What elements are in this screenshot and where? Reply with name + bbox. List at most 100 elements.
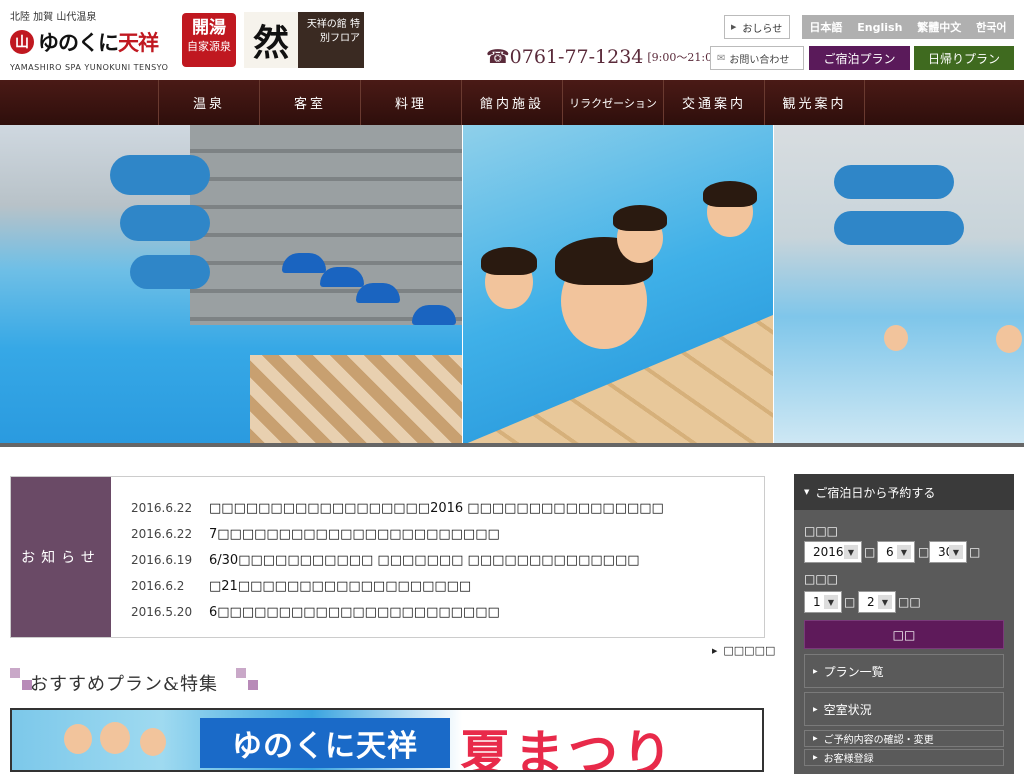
people-unit: □□ [898,595,921,609]
news-more-label: □□□□□ [723,644,776,657]
hero-slide [110,155,210,195]
triangle-right-icon: ▶ [813,735,818,742]
mail-icon: ✉ [717,52,726,64]
chevron-down-icon: ▼ [949,545,963,559]
news-item[interactable]: 2016.6.22 7□□□□□□□□□□□□□□□□□□□□□□□ [131,521,751,547]
zen-char: 然 [244,12,298,68]
phone-value: ☎0761-77-1234 [486,46,644,68]
hero-panel-pool [0,125,462,445]
day-select[interactable]: 30 ▼ [929,541,967,563]
news-title[interactable]: 6□□□□□□□□□□□□□□□□□□□□□□□ [209,605,500,620]
hero-building [190,125,462,325]
year-unit: □ [864,545,876,559]
summer-festival-banner[interactable]: ゆのくに天祥 夏まつり [10,708,764,772]
hero-image [0,125,1024,445]
people-select[interactable]: 2 ▼ [858,591,896,613]
news-item[interactable]: 2016.6.19 6/30□□□□□□□□□□□ □□□□□□□ □□□□□□… [131,547,751,573]
rooms-value: 1 [813,595,821,609]
plans-heading: おすすめプラン&特集 [30,674,219,695]
year-select[interactable]: 2016 ▼ [804,541,862,563]
banner-child-face [100,722,130,754]
decor-square [10,668,20,678]
news-title[interactable]: 7□□□□□□□□□□□□□□□□□□□□□□□ [209,527,500,542]
nav-item-sightseeing[interactable]: 観光案内 [764,80,865,125]
news-more-link[interactable]: ▶ □□□□□ [712,644,775,657]
hero-deck [250,355,462,445]
nav-item-relaxation[interactable]: リラクゼーション [562,80,663,125]
search-button[interactable]: □□ [804,620,1004,649]
month-unit: □ [918,545,930,559]
news-list: 2016.6.22 □□□□□□□□□□□□□□□□□□2016 □□□□□□□… [131,495,751,625]
nav-item-access[interactable]: 交通案内 [663,80,764,125]
booking-heading: ▼ ご宿泊日から予約する [794,474,1014,510]
member-register-link[interactable]: ▶ お客様登録 [804,749,1004,766]
zen-floor-banner[interactable]: 然 天祥の館 特別フロア [244,12,364,68]
hero-panel-slide [774,125,1024,445]
lang-japanese[interactable]: 日本語 [809,19,842,35]
triangle-right-icon: ▶ [813,667,818,675]
year-value: 2016 [813,545,844,559]
logo-mark-icon: 山 [10,30,34,54]
news-date: 2016.6.19 [131,553,193,567]
decor-square [236,668,246,678]
news-date: 2016.5.20 [131,605,193,619]
plan-list-link[interactable]: ▶ プラン一覧 [804,654,1004,688]
month-select[interactable]: 6 ▼ [877,541,915,563]
member-register-label: お客様登録 [823,754,874,765]
news-date: 2016.6.2 [131,579,185,593]
hero-child-hair [481,247,537,275]
hero-umbrella [282,253,326,273]
nav-item-onsen[interactable]: 温泉 [158,80,259,125]
news-item[interactable]: 2016.6.22 □□□□□□□□□□□□□□□□□□2016 □□□□□□□… [131,495,751,521]
booking-panel: ▼ ご宿泊日から予約する □□□ 2016 ▼ □ 6 ▼ □ 30 ▼ □ □… [794,474,1014,774]
vacancy-link[interactable]: ▶ 空室状況 [804,692,1004,726]
hero-umbrella [320,267,364,287]
news-date: 2016.6.22 [131,527,193,541]
day-plan-button[interactable]: 日帰りプラン [914,46,1014,70]
rooms-unit: □ [844,595,856,609]
stay-plan-button[interactable]: ご宿泊プラン [809,46,910,70]
nav-item-rooms[interactable]: 客室 [259,80,360,125]
kaito-badge[interactable]: 開湯 自家源泉 [182,13,236,67]
news-box: お知らせ 2016.6.22 □□□□□□□□□□□□□□□□□□2016 □□… [10,476,765,638]
triangle-right-icon: ▶ [813,705,818,713]
notice-button[interactable]: ▶ おしらせ [724,15,790,39]
kaito-small: 自家源泉 [187,40,231,53]
rooms-select[interactable]: 1 ▼ [804,591,842,613]
decor-square [248,680,258,690]
news-heading: お知らせ [11,477,111,637]
hero-slide [120,205,210,241]
hero-panel-kids [463,125,773,445]
news-item[interactable]: 2016.6.2 □21□□□□□□□□□□□□□□□□□□□ [131,573,751,599]
lang-english[interactable]: English [857,21,902,34]
nav-item-cuisine[interactable]: 料理 [360,80,461,125]
contact-button[interactable]: ✉ お問い合わせ [710,46,804,70]
banner-subtitle: 夏まつり [460,725,676,772]
news-title[interactable]: □□□□□□□□□□□□□□□□□□2016 □□□□□□□□□□□□□□□□ [209,501,664,516]
reservation-check-link[interactable]: ▶ ご予約内容の確認・変更 [804,730,1004,747]
guests-label: □□□ [804,572,839,586]
logo-english: YAMASHIRO SPA YUNOKUNI TENSYO [10,63,169,72]
kaito-big: 開湯 [192,18,226,38]
news-title[interactable]: 6/30□□□□□□□□□□□ □□□□□□□ □□□□□□□□□□□□□□ [209,553,640,568]
global-nav: 温泉 客室 料理 館内施設 リラクゼーション 交通案内 観光案内 [0,80,1024,125]
banner-title: ゆのくに天祥 [200,718,450,768]
news-item[interactable]: 2016.5.20 6□□□□□□□□□□□□□□□□□□□□□□□ [131,599,751,625]
site-logo[interactable]: 北陸 加賀 山代温泉 山 ゆのくに天祥 YAMASHIRO SPA YUNOKU… [10,8,180,72]
hero-slide [834,165,954,199]
triangle-right-icon: ▶ [813,754,818,761]
lang-korean[interactable]: 한국어 [976,19,1006,35]
hero-slide [130,255,210,289]
nav-item-facilities[interactable]: 館内施設 [461,80,562,125]
triangle-right-icon: ▶ [712,646,718,655]
reservation-check-label: ご予約内容の確認・変更 [823,735,934,746]
triangle-right-icon: ▶ [731,23,737,31]
chevron-down-icon: ▼ [824,595,838,609]
site-header: 北陸 加賀 山代温泉 山 ゆのくに天祥 YAMASHIRO SPA YUNOKU… [0,0,1024,80]
zen-sub: 天祥の館 特別フロア [298,12,364,68]
lang-chinese[interactable]: 繁體中文 [917,19,961,35]
news-title[interactable]: □21□□□□□□□□□□□□□□□□□□□ [209,579,471,594]
triangle-down-icon: ▼ [804,488,810,496]
news-date: 2016.6.22 [131,501,193,515]
logo-name-part-a: ゆのくに [38,30,119,55]
